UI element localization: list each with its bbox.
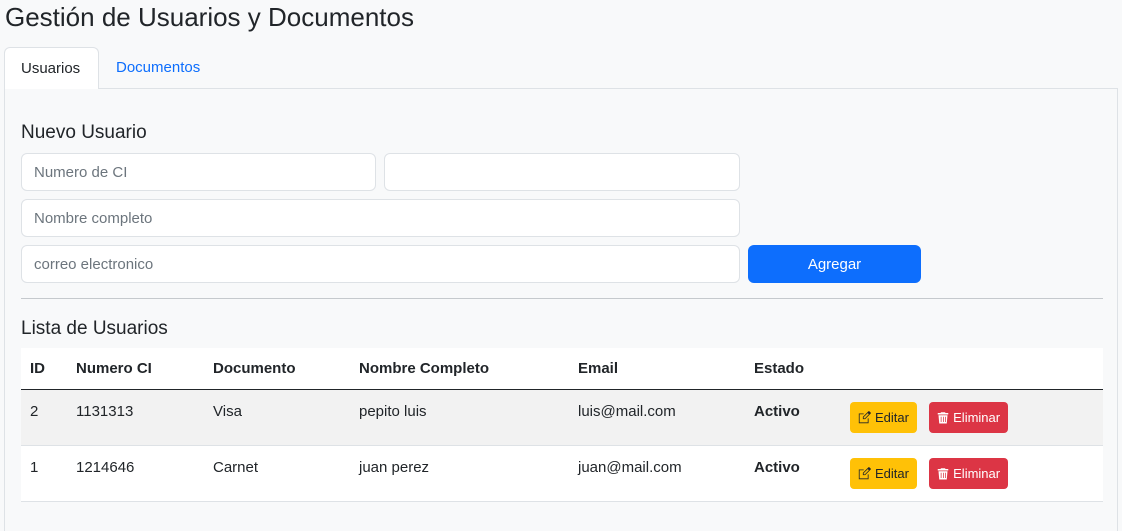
column-header-actions: [841, 348, 1103, 390]
table-row: 2 1131313 Visa pepito luis luis@mail.com…: [21, 389, 1103, 446]
cell-actions: Editar Eliminar: [841, 389, 1103, 446]
ci-number-input[interactable]: [21, 153, 376, 191]
edit-button-label: Editar: [875, 409, 909, 425]
email-input[interactable]: [21, 245, 740, 283]
cell-id: 2: [21, 389, 67, 446]
edit-button[interactable]: Editar: [850, 457, 917, 489]
table-header-row: ID Numero CI Documento Nombre Completo E…: [21, 348, 1103, 390]
section-divider: [21, 298, 1103, 299]
page-title: Gestión de Usuarios y Documentos: [5, 2, 414, 32]
pencil-square-icon: [858, 466, 871, 479]
document-input[interactable]: [384, 153, 740, 191]
delete-button-label: Eliminar: [953, 409, 1001, 425]
cell-id: 1: [21, 445, 67, 502]
add-user-button[interactable]: Agregar: [748, 245, 921, 283]
column-header-nombre: Nombre Completo: [350, 348, 569, 390]
delete-button[interactable]: Eliminar: [929, 401, 1009, 433]
cell-email: luis@mail.com: [569, 389, 745, 446]
cell-actions: Editar Eliminar: [841, 445, 1103, 502]
column-header-email: Email: [569, 348, 745, 390]
column-header-estado: Estado: [745, 348, 841, 390]
tab-usuarios[interactable]: Usuarios: [4, 47, 99, 90]
tab-documentos[interactable]: Documentos: [100, 47, 216, 89]
cell-email: juan@mail.com: [569, 445, 745, 502]
pencil-square-icon: [858, 410, 871, 423]
table-row: 1 1214646 Carnet juan perez juan@mail.co…: [21, 445, 1103, 502]
column-header-id: ID: [21, 348, 67, 390]
trash-icon: [937, 467, 949, 479]
new-user-title: Nuevo Usuario: [21, 122, 147, 143]
cell-ci: 1214646: [67, 445, 204, 502]
column-header-ci: Numero CI: [67, 348, 204, 390]
cell-ci: 1131313: [67, 389, 204, 446]
column-header-documento: Documento: [204, 348, 350, 390]
edit-button-label: Editar: [875, 465, 909, 481]
cell-nombre: juan perez: [350, 445, 569, 502]
user-list-title: Lista de Usuarios: [21, 318, 168, 339]
tab-bar: Usuarios Documentos: [4, 47, 1118, 90]
cell-estado: Activo: [745, 389, 841, 446]
cell-documento: Visa: [204, 389, 350, 446]
full-name-input[interactable]: [21, 199, 740, 237]
cell-estado: Activo: [745, 445, 841, 502]
delete-button-label: Eliminar: [953, 465, 1001, 481]
trash-icon: [937, 411, 949, 423]
cell-documento: Carnet: [204, 445, 350, 502]
users-table: ID Numero CI Documento Nombre Completo E…: [21, 348, 1103, 502]
cell-nombre: pepito luis: [350, 389, 569, 446]
edit-button[interactable]: Editar: [850, 401, 917, 433]
delete-button[interactable]: Eliminar: [929, 457, 1009, 489]
